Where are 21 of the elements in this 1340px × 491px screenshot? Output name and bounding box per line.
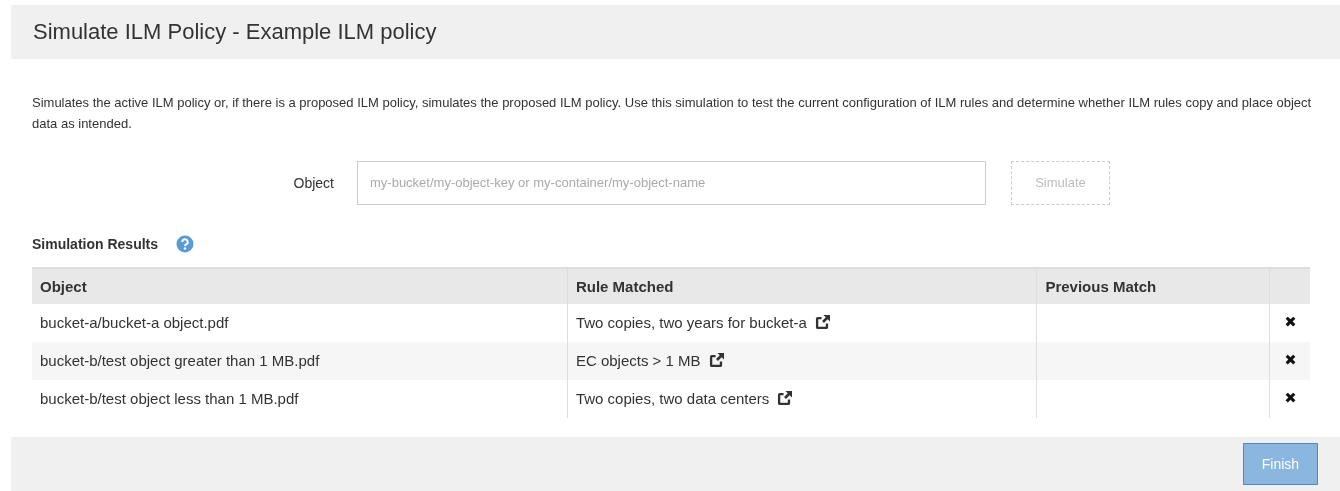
section-heading: Simulation Results	[32, 235, 159, 252]
external-link-icon[interactable]	[708, 353, 724, 368]
rule-link[interactable]: Two copies, two years for bucket-a	[575, 314, 807, 331]
external-link-icon[interactable]	[814, 315, 830, 330]
field-label: Object	[292, 174, 335, 191]
table-cell: bucket-b/test object less than 1 MB.pdf	[32, 379, 568, 418]
column-header: Rule Matched	[567, 267, 1037, 304]
description-text: Simulates the active ILM policy or, if there is a proposed ILM policy, simulates the proposed ILM policy. Use this simulation to test the current configuration of ILM rules and determine whether ILM rules copy and place object data as intended.	[32, 93, 1312, 133]
external-link-icon[interactable]	[777, 391, 793, 406]
table-cell: bucket-a/bucket-a object.pdf	[32, 303, 568, 342]
column-header: Object	[32, 267, 568, 304]
remove-icon[interactable]	[1283, 353, 1297, 366]
object-input-field[interactable]: my-bucket/my-object-key or my-container/my-object-name	[357, 160, 986, 205]
help-icon[interactable]	[176, 234, 195, 253]
column-header: Previous Match	[1036, 267, 1270, 304]
table-cell: bucket-b/test object greater than 1 MB.pdf	[32, 341, 568, 380]
rule-link[interactable]: Two copies, two data centers	[575, 390, 770, 407]
rule-link[interactable]: EC objects > 1 MB	[575, 352, 701, 369]
remove-icon[interactable]	[1283, 391, 1297, 404]
remove-icon[interactable]	[1283, 315, 1297, 328]
dialog-title: Simulate ILM Policy - Example ILM policy	[33, 18, 437, 45]
